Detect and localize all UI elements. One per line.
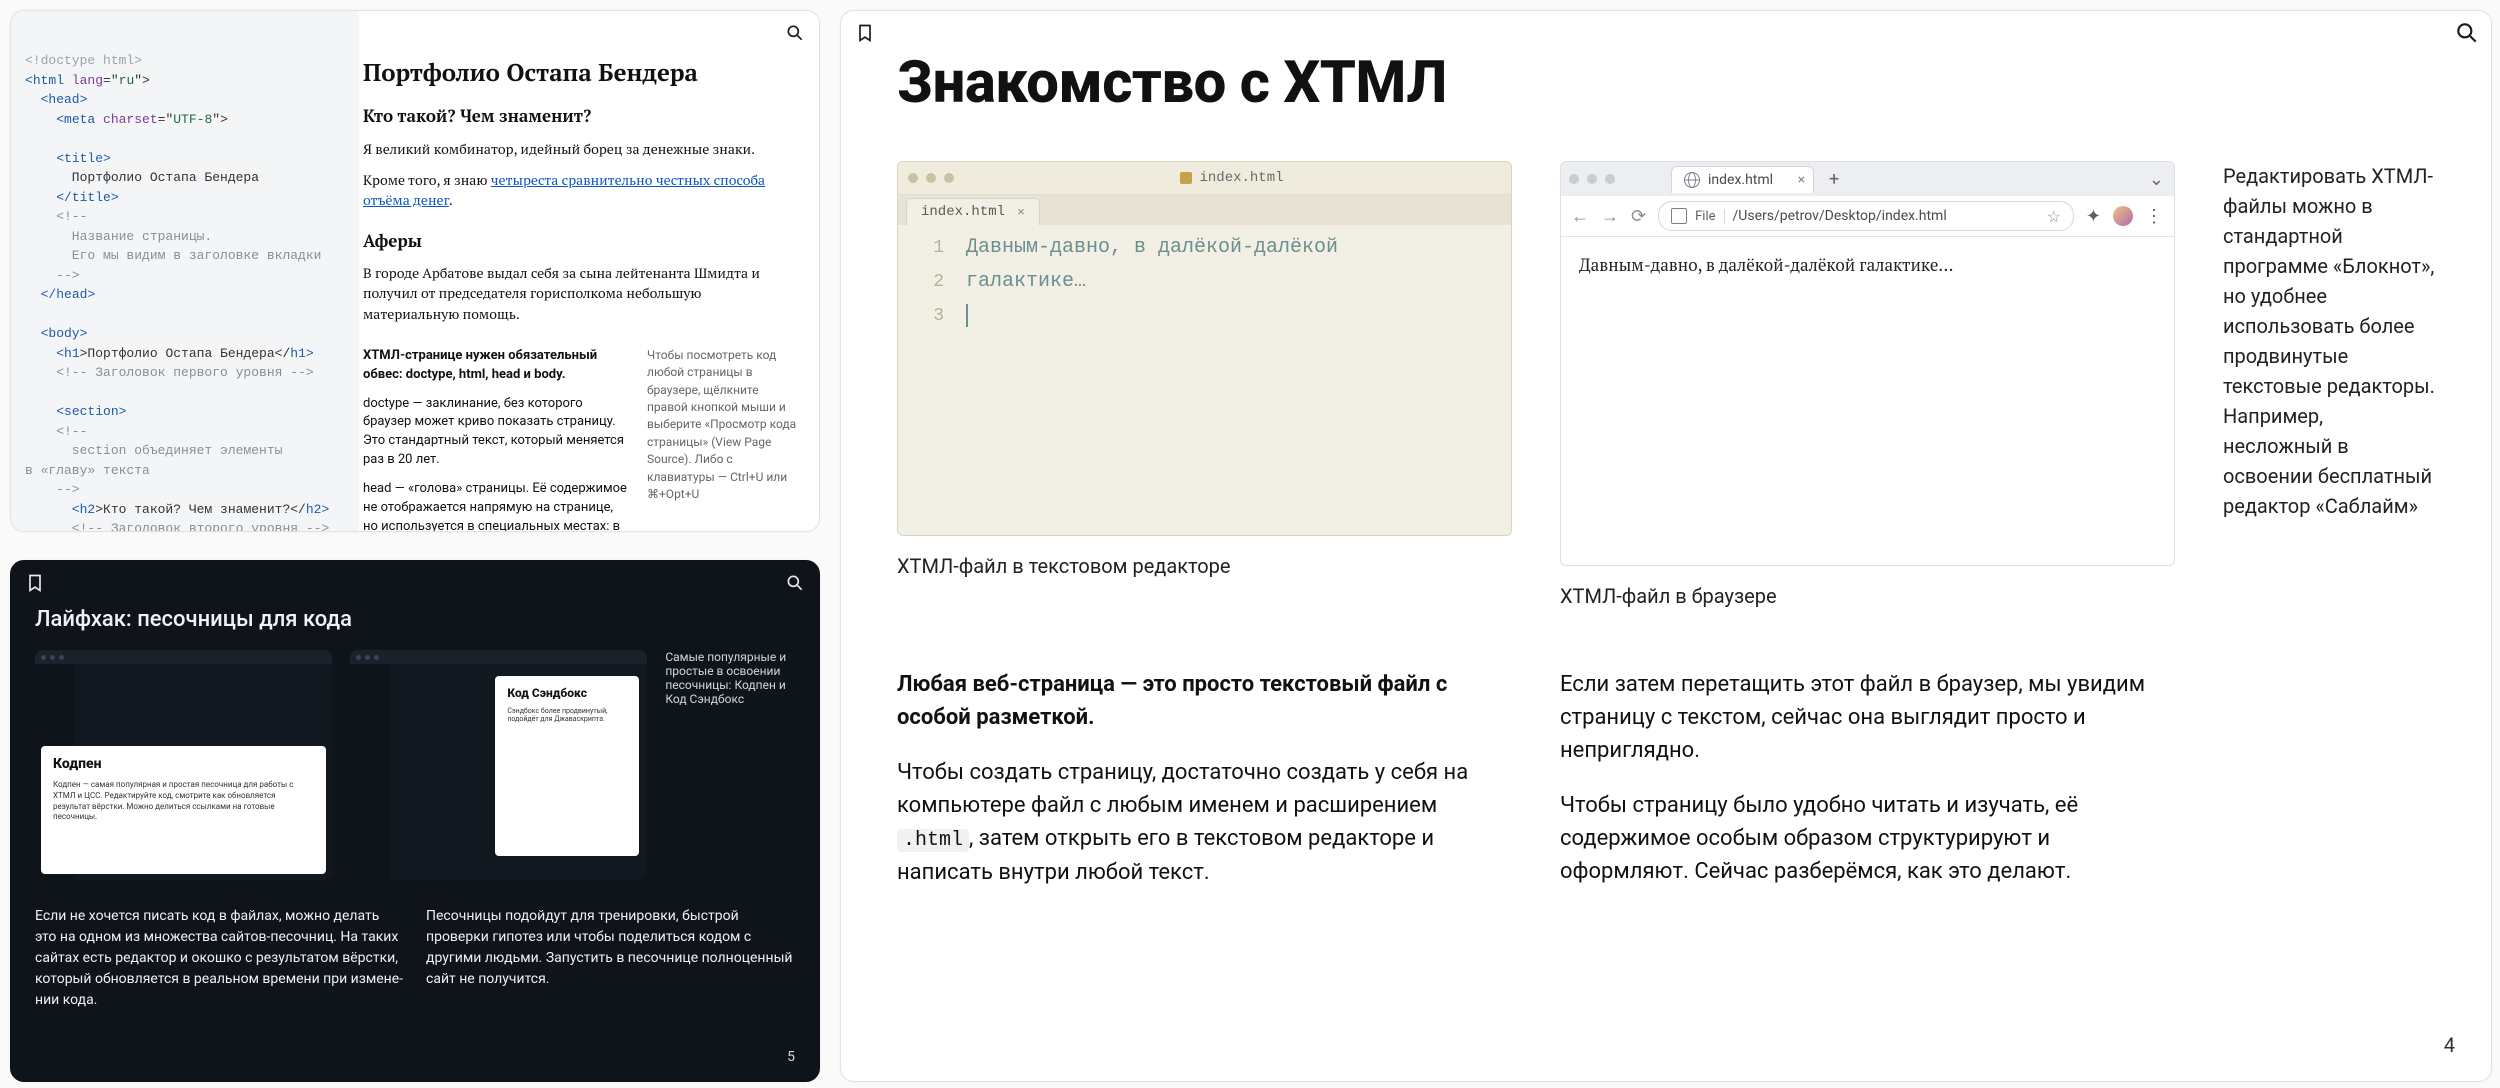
preview-p3: В городе Арбатове выдал себя за сына лей… [363, 264, 797, 325]
textcol-1: Любая веб-страница — это просто текстовы… [897, 668, 1512, 911]
star-icon[interactable]: ☆ [2047, 207, 2061, 226]
panelb-title: Лайфхак: песочницы для кода [35, 607, 795, 632]
browser-mock: index.html× + ⌄ ← → ⟳ File [1560, 161, 2175, 566]
figure-editor: index.html index.html× 123 Давным-давно,… [897, 161, 1512, 578]
close-icon[interactable]: × [1017, 205, 1025, 220]
rendered-preview: Портфолио Остапа Бендера Кто такой? Чем … [341, 11, 819, 531]
page-number: 4 [2444, 1033, 2455, 1057]
source-code: <!doctype html> <html lang="ru"> <head> … [11, 11, 359, 531]
caption-browser: ХТМЛ-файл в браузере [1560, 584, 2175, 608]
back-icon[interactable]: ← [1571, 206, 1589, 227]
editor-mock: index.html index.html× 123 Давным-давно,… [897, 161, 1512, 536]
close-icon[interactable]: × [1798, 172, 1805, 188]
browser-tab[interactable]: index.html× [1671, 166, 1814, 193]
panelb-col1: Если не хочется писать код в файлах, мож… [35, 906, 404, 1011]
more-icon[interactable]: ⋮ [2145, 206, 2164, 227]
thumb-codepen: Кодпен Кодпен — самая популярная и прост… [35, 650, 332, 880]
extensions-icon[interactable]: ✦ [2086, 206, 2101, 227]
defs-block: ХТМЛ-странице нужен обязательный обвес: … [363, 347, 797, 531]
file-icon [1671, 208, 1687, 224]
new-tab-button[interactable]: + [1822, 169, 1846, 190]
panelb-aside: Самые популярные и простые в освоении пе… [665, 650, 795, 880]
preview-p2: Кроме того, я знаю четыреста сравнительн… [363, 171, 797, 212]
editor-body: Давным-давно, в далёкой-далёкойгалактике… [954, 225, 1511, 535]
browser-page: Давным-давно, в далёкой-далёкой галактик… [1561, 237, 2174, 565]
chevron-down-icon[interactable]: ⌄ [2149, 169, 2166, 190]
preview-h2-1: Кто такой? Чем знаменит? [363, 104, 797, 129]
search-icon[interactable] [783, 571, 807, 595]
page-title: Знакомство с ХТМЛ [897, 49, 2435, 117]
bookmark-icon[interactable] [23, 571, 47, 595]
figure-browser: index.html× + ⌄ ← → ⟳ File [1560, 161, 2175, 608]
preview-h1: Портфолио Остапа Бендера [363, 55, 797, 90]
preview-h2-2: Аферы [363, 229, 797, 254]
globe-icon [1684, 172, 1700, 188]
panel-code-render: <!doctype html> <html lang="ru"> <head> … [10, 10, 820, 532]
panelb-col2: Песочницы подойдут для тренировки, быстр… [426, 906, 795, 1011]
avatar[interactable] [2113, 206, 2133, 226]
panel-sandboxes: Лайфхак: песочницы для кода Кодпен Кодпе… [10, 560, 820, 1082]
page-number: 5 [787, 1049, 795, 1065]
forward-icon[interactable]: → [1601, 206, 1619, 227]
url-bar[interactable]: File /Users/petrov/Desktop/index.html ☆ [1658, 201, 2074, 231]
reload-icon[interactable]: ⟳ [1631, 206, 1646, 227]
bookmark-icon[interactable] [853, 21, 877, 45]
panel-intro: Знакомство с ХТМЛ index.html index.html×… [840, 10, 2492, 1082]
textcol-2: Если затем перетащить этот файл в браузе… [1560, 668, 2175, 911]
search-icon[interactable] [2451, 17, 2482, 48]
file-icon [1180, 172, 1192, 184]
editor-tab[interactable]: index.html× [906, 198, 1040, 225]
preview-p1: Я великий комбинатор, идейный борец за д… [363, 140, 797, 160]
thumb-codesandbox: Код Сэндбокс Сэндбокс более продвинутый,… [350, 650, 647, 880]
caption-editor: ХТМЛ-файл в текстовом редакторе [897, 554, 1512, 578]
side-notes: Редактировать ХТМЛ-файлы можно в стандар… [2223, 161, 2435, 521]
